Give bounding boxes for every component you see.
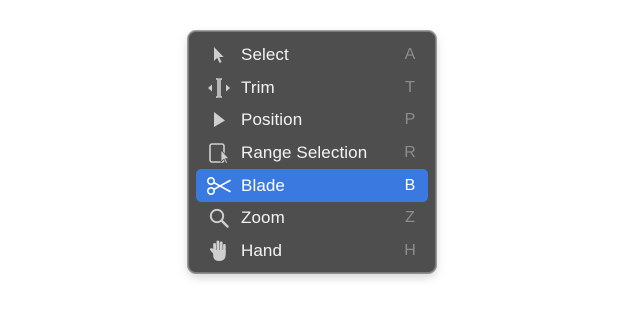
position-arrow-icon bbox=[205, 106, 233, 134]
menu-item-label: Range Selection bbox=[241, 143, 368, 163]
hand-icon bbox=[205, 237, 233, 265]
menu-item-shortcut: H bbox=[404, 241, 416, 259]
menu-item-label: Select bbox=[241, 45, 289, 65]
trim-icon bbox=[205, 74, 233, 102]
menu-item-label: Trim bbox=[241, 77, 275, 97]
menu-item-label: Hand bbox=[241, 240, 283, 260]
menu-item-label: Zoom bbox=[241, 208, 285, 228]
menu-item-hand[interactable]: Hand H bbox=[196, 235, 428, 268]
menu-item-blade[interactable]: Blade B bbox=[196, 169, 428, 202]
menu-item-select[interactable]: Select A bbox=[196, 39, 428, 72]
canvas: Select A Trim T Position P Range Selecti… bbox=[0, 0, 624, 316]
menu-item-range-selection[interactable]: Range Selection R bbox=[196, 137, 428, 170]
magnifier-icon bbox=[205, 204, 233, 232]
menu-item-label: Blade bbox=[241, 175, 285, 195]
menu-item-zoom[interactable]: Zoom Z bbox=[196, 202, 428, 235]
menu-item-shortcut: B bbox=[404, 176, 416, 194]
menu-item-trim[interactable]: Trim T bbox=[196, 72, 428, 105]
tools-menu: Select A Trim T Position P Range Selecti… bbox=[188, 31, 436, 273]
menu-item-label: Position bbox=[241, 110, 303, 130]
menu-item-shortcut: R bbox=[404, 144, 416, 162]
scissors-icon bbox=[205, 172, 233, 200]
menu-item-shortcut: Z bbox=[405, 209, 415, 227]
menu-item-shortcut: A bbox=[404, 46, 416, 64]
menu-item-shortcut: T bbox=[405, 78, 415, 96]
menu-item-position[interactable]: Position P bbox=[196, 104, 428, 137]
menu-item-shortcut: P bbox=[404, 111, 416, 129]
arrow-pointer-icon bbox=[205, 41, 233, 69]
range-selection-icon bbox=[205, 139, 233, 167]
